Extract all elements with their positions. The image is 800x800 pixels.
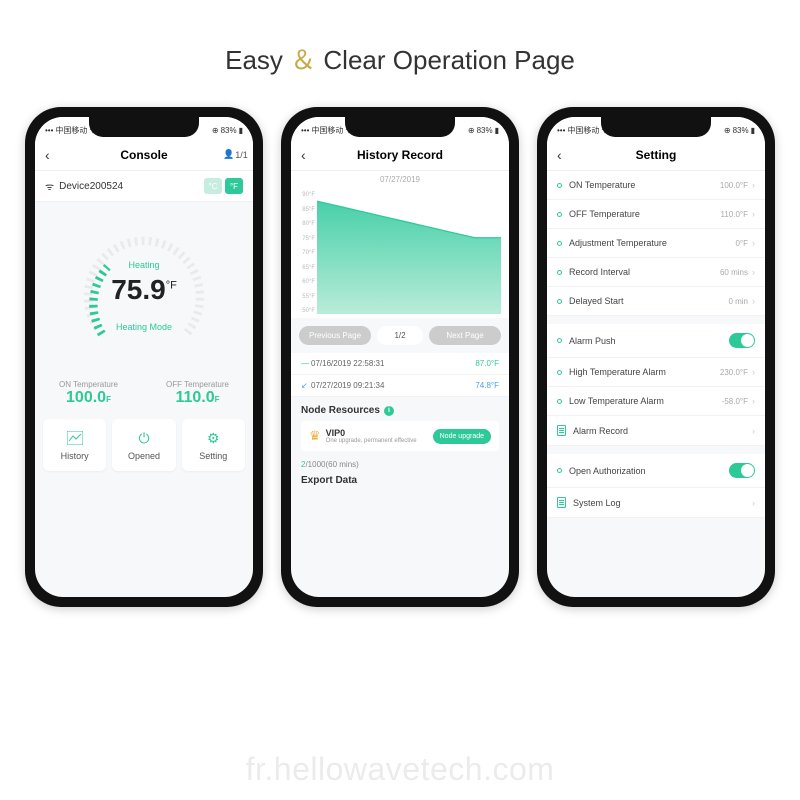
on-temperature: ON Temperature 100.0F (59, 380, 118, 407)
screen-title: History Record (321, 148, 479, 162)
page-indicator: 1/2 (377, 326, 423, 345)
gear-icon: ⚙ (182, 429, 245, 447)
mode-label: Heating Mode (74, 322, 214, 332)
setting-open-auth[interactable]: Open Authorization (547, 454, 765, 488)
export-data-header[interactable]: Export Data (291, 471, 509, 490)
toggle-switch[interactable] (729, 333, 755, 348)
power-button[interactable]: ⏻ Opened (112, 419, 175, 471)
prev-page-button[interactable]: Previous Page (299, 326, 371, 345)
temperature-value: 75.9°F (74, 274, 214, 306)
chevron-right-icon: › (752, 209, 755, 219)
history-record-row[interactable]: —07/16/2019 22:58:3187.0°F (291, 353, 509, 375)
quota-text: 2/1000(60 mins) (291, 455, 509, 471)
phone-settings: •••中国移动 ᯤ 9:25 AM ⊕83%▮ ‹ Setting ON Tem… (537, 107, 775, 607)
setting-system-log[interactable]: System Log › (547, 488, 765, 518)
next-page-button[interactable]: Next Page (429, 326, 501, 345)
header: ‹ History Record (291, 139, 509, 171)
setting-button[interactable]: ⚙ Setting (182, 419, 245, 471)
back-button[interactable]: ‹ (301, 147, 321, 163)
document-icon (557, 497, 566, 508)
setting-low-alarm[interactable]: Low Temperature Alarm -58.0°F› (547, 387, 765, 416)
chevron-right-icon: › (752, 180, 755, 190)
chevron-right-icon: › (752, 367, 755, 377)
chevron-right-icon: › (752, 426, 755, 436)
header: ‹ Console 👤1/1 (35, 139, 253, 171)
device-row[interactable]: ᯤ Device200524 °C °F (35, 171, 253, 202)
setting-row[interactable]: Record Interval60 mins› (547, 258, 765, 287)
setting-row[interactable]: Adjustment Temperature0°F› (547, 229, 765, 258)
page-title: Easy ＆ Clear Operation Page (0, 0, 800, 107)
setting-high-alarm[interactable]: High Temperature Alarm 230.0°F› (547, 358, 765, 387)
chevron-right-icon: › (752, 296, 755, 306)
phone-history: •••中国移动 ᯤ 9:25 AM ⊕83%▮ ‹ History Record… (281, 107, 519, 607)
user-icon: 👤 (223, 149, 234, 160)
heating-label: Heating (74, 260, 214, 270)
chevron-right-icon: › (752, 267, 755, 277)
chevron-right-icon: › (752, 396, 755, 406)
unit-celsius-button[interactable]: °C (204, 178, 222, 194)
setting-row[interactable]: ON Temperature100.0°F› (547, 171, 765, 200)
power-icon: ⏻ (112, 429, 175, 447)
history-chart: 90°F85°F80°F75°F70°F65°F60°F55°F50°F (291, 188, 509, 318)
vip-row: ♛ VIP0 One upgrade, permanent effective … (301, 421, 499, 451)
phone-console: •••中国移动 ᯤ 9:25 AM ⊕83%▮ ‹ Console 👤1/1 ᯤ… (25, 107, 263, 607)
watermark: fr.hellowavetech.com (0, 751, 800, 788)
setting-alarm-push[interactable]: Alarm Push (547, 324, 765, 358)
temperature-gauge: Heating 75.9°F Heating Mode (74, 222, 214, 362)
history-button[interactable]: History (43, 419, 106, 471)
users-button[interactable]: 👤1/1 (223, 149, 243, 160)
history-record-row[interactable]: ↙07/27/2019 09:21:3474.8°F (291, 375, 509, 397)
setting-alarm-record[interactable]: Alarm Record › (547, 416, 765, 446)
chevron-right-icon: › (752, 238, 755, 248)
info-icon[interactable]: i (384, 406, 394, 416)
back-button[interactable]: ‹ (45, 147, 65, 163)
crown-icon: ♛ (309, 428, 321, 444)
screen-title: Setting (577, 148, 735, 162)
wifi-icon: ᯤ (45, 179, 54, 193)
setting-row[interactable]: OFF Temperature110.0°F› (547, 200, 765, 229)
header: ‹ Setting (547, 139, 765, 171)
chevron-right-icon: › (752, 498, 755, 508)
unit-fahrenheit-button[interactable]: °F (225, 178, 243, 194)
device-name-label: Device200524 (59, 181, 123, 192)
off-temperature: OFF Temperature 110.0F (166, 380, 229, 407)
back-button[interactable]: ‹ (557, 147, 577, 163)
document-icon (557, 425, 566, 436)
upgrade-button[interactable]: Node upgrade (433, 429, 491, 444)
setting-row[interactable]: Delayed Start0 min› (547, 287, 765, 316)
screen-title: Console (65, 148, 223, 162)
chart-icon (43, 429, 106, 447)
toggle-switch[interactable] (729, 463, 755, 478)
node-resources-header: Node Resources i (301, 405, 499, 416)
history-date: 07/27/2019 (291, 171, 509, 188)
